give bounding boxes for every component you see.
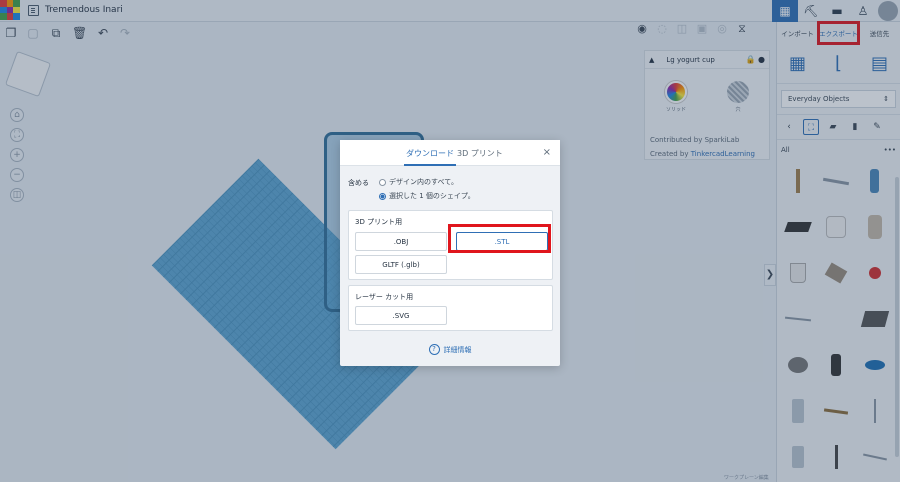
tab-3d-print[interactable]: 3D プリント: [457, 148, 503, 159]
option-selected-radio[interactable]: 選択した 1 個のシェイプ。: [379, 191, 475, 201]
svg-button[interactable]: .SVG: [355, 306, 447, 325]
obj-button[interactable]: .OBJ: [355, 232, 447, 251]
radio-unchecked-icon: [379, 178, 386, 186]
help-icon: ?: [428, 344, 440, 355]
close-icon[interactable]: ×: [543, 147, 551, 158]
export-dialog: ダウンロード 3D プリント × 含める デザイン内のすべて。 選択した 1 個…: [340, 140, 560, 366]
include-label: 含める: [348, 179, 369, 187]
learn-more-link[interactable]: ? 詳細情報: [340, 344, 560, 355]
radio-checked-icon: [379, 192, 386, 200]
gltf-button[interactable]: GLTF (.glb): [355, 255, 447, 274]
stl-highlight-box: [448, 224, 551, 253]
tab-download[interactable]: ダウンロード: [404, 148, 456, 166]
option-all-radio[interactable]: デザイン内のすべて。: [379, 177, 458, 187]
laser-cut-card: レーザー カット用 .SVG: [348, 285, 553, 331]
